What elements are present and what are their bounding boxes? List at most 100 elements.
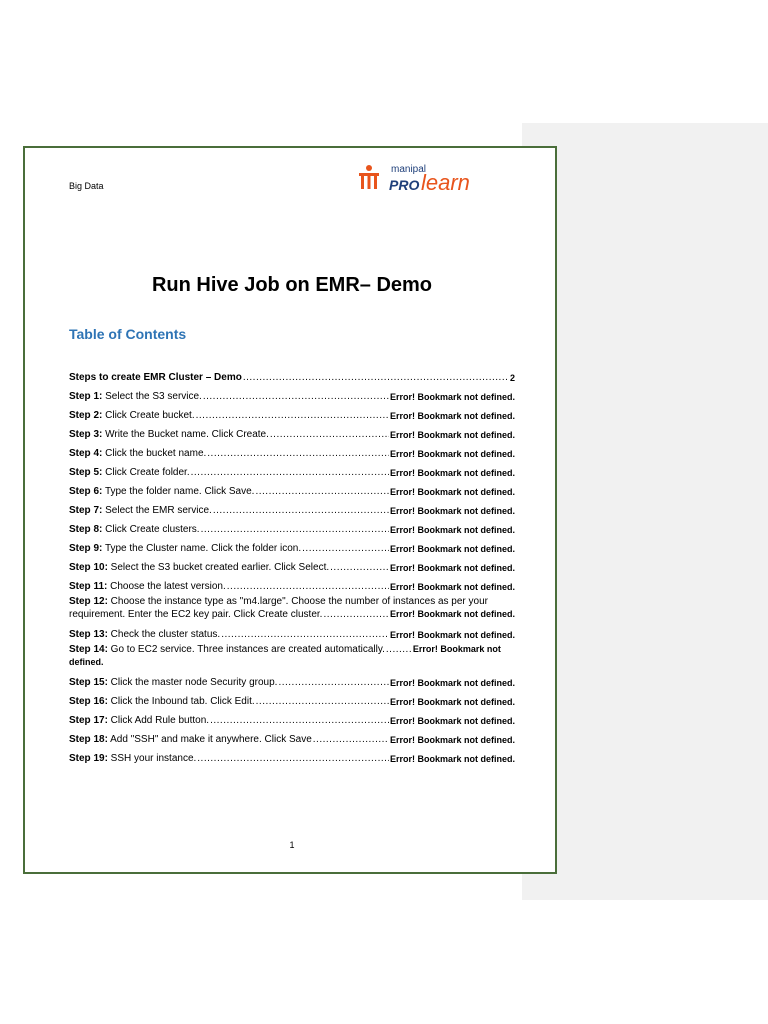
- toc-leader: [278, 677, 389, 688]
- table-of-contents: Steps to create EMR Cluster – Demo 2 Ste…: [69, 364, 515, 764]
- page-number: 1: [289, 840, 295, 850]
- toc-entry[interactable]: Step 11: Choose the latest version. Erro…: [69, 573, 515, 592]
- toc-page-ref: Error! Bookmark not defined.: [389, 411, 515, 421]
- toc-entry[interactable]: Step 5: Click Create folder. Error! Book…: [69, 459, 515, 478]
- toc-step-text-continued: requirement. Enter the EC2 key pair. Cli…: [69, 609, 323, 620]
- toc-step-text: Add "SSH" and make it anywhere. Click Sa…: [107, 734, 312, 745]
- toc-entry[interactable]: Step 2: Click Create bucket. Error! Book…: [69, 402, 515, 421]
- toc-step-label: Step 3:: [69, 429, 103, 440]
- toc-entry[interactable]: Step 15: Click the master node Security …: [69, 669, 515, 688]
- toc-step-text: Click Add Rule button.: [107, 715, 210, 726]
- toc-step-text: Select the S3 bucket created earlier. Cl…: [107, 562, 330, 573]
- toc-step-label: Step 4:: [69, 448, 103, 459]
- toc-leader: [213, 505, 389, 516]
- toc-step-label: Step 7:: [69, 505, 103, 516]
- logo-pro-text: PRO: [389, 177, 419, 193]
- toc-heading: Table of Contents: [69, 326, 187, 342]
- toc-entry[interactable]: Step 18: Add "SSH" and make it anywhere.…: [69, 726, 515, 745]
- toc-step-label: Step 11:: [69, 581, 108, 592]
- document-page: Big Data manipal PRO learn Run Hive Job …: [23, 146, 557, 874]
- toc-step-label: Step 13:: [69, 629, 108, 640]
- toc-page-ref: Error! Bookmark not defined.: [389, 487, 515, 497]
- toc-page-ref: Error! Bookmark not defined.: [389, 544, 515, 554]
- toc-step-text: Click Create folder.: [102, 467, 190, 478]
- toc-page-ref: Error! Bookmark not defined.: [389, 716, 515, 726]
- toc-step-text: Select the S3 service.: [102, 391, 202, 402]
- toc-leader: [330, 562, 389, 573]
- toc-page-ref: Error! Bookmark not: [412, 644, 501, 654]
- toc-step-text: Click the master node Security group.: [107, 677, 278, 688]
- toc-leader: [201, 524, 389, 535]
- toc-page-ref: Error! Bookmark not defined.: [389, 609, 515, 619]
- toc-step-text: Choose the instance type as "m4.large". …: [107, 596, 488, 607]
- torch-icon: [359, 165, 379, 189]
- toc-leader: [227, 581, 389, 592]
- toc-entry[interactable]: Step 8: Click Create clusters. Error! Bo…: [69, 516, 515, 535]
- toc-leader: [270, 429, 389, 440]
- toc-step-text: Type the folder name. Click Save.: [102, 486, 255, 497]
- toc-step-label: Step 5:: [69, 467, 103, 478]
- toc-entry[interactable]: Steps to create EMR Cluster – Demo 2: [69, 364, 515, 383]
- toc-leader: [191, 467, 389, 478]
- toc-leader: [255, 486, 389, 497]
- toc-step-label: Step 17:: [69, 715, 108, 726]
- document-title: Run Hive Job on EMR– Demo: [151, 274, 433, 296]
- toc-step-text: Check the cluster status.: [107, 629, 221, 640]
- toc-entry[interactable]: Step 17: Click Add Rule button. Error! B…: [69, 707, 515, 726]
- toc-leader: [210, 715, 389, 726]
- toc-leader: [207, 448, 389, 459]
- toc-leader: [302, 543, 389, 554]
- toc-step-label: Step 18:: [69, 734, 108, 745]
- toc-step-label: Step 14:: [69, 644, 108, 655]
- toc-entry[interactable]: Step 12: Choose the instance type as "m4…: [69, 592, 515, 621]
- toc-step-text: Write the Bucket name. Click Create.: [102, 429, 269, 440]
- toc-entry[interactable]: Step 14: Go to EC2 service. Three instan…: [69, 640, 515, 669]
- toc-entry[interactable]: Step 9: Type the Cluster name. Click the…: [69, 535, 515, 554]
- toc-step-text: Click the Inbound tab. Click Edit.: [107, 696, 255, 707]
- toc-page-ref: Error! Bookmark not defined.: [389, 525, 515, 535]
- toc-step-text: Go to EC2 service. Three instances are c…: [107, 644, 385, 655]
- toc-page-ref: Error! Bookmark not defined.: [389, 468, 515, 478]
- toc-leader: [221, 629, 389, 640]
- toc-page-ref: Error! Bookmark not defined.: [389, 582, 515, 592]
- toc-leader: [256, 696, 389, 707]
- manipal-prolearn-logo: manipal PRO learn: [359, 164, 470, 194]
- toc-entry[interactable]: Step 6: Type the folder name. Click Save…: [69, 478, 515, 497]
- toc-leader: [386, 643, 412, 656]
- toc-step-text: SSH your instance.: [107, 753, 197, 764]
- toc-entry[interactable]: Step 13: Check the cluster status. Error…: [69, 621, 515, 640]
- toc-step-label: Step 2:: [69, 410, 103, 421]
- toc-step-label: Step 9:: [69, 543, 103, 554]
- toc-page-ref: Error! Bookmark not defined.: [389, 754, 515, 764]
- toc-page-ref: Error! Bookmark not defined.: [389, 563, 515, 573]
- toc-page-ref-continued: defined.: [69, 657, 104, 667]
- toc-entry[interactable]: Step 19: SSH your instance. Error! Bookm…: [69, 745, 515, 764]
- toc-page-ref: Error! Bookmark not defined.: [389, 630, 515, 640]
- toc-leader: [313, 734, 389, 745]
- toc-entry[interactable]: Step 3: Write the Bucket name. Click Cre…: [69, 421, 515, 440]
- toc-leader: [323, 608, 389, 621]
- toc-leader: [196, 410, 389, 421]
- toc-step-label: Step 8:: [69, 524, 103, 535]
- toc-page-ref: Error! Bookmark not defined.: [389, 506, 515, 516]
- toc-entry[interactable]: Step 1: Select the S3 service. Error! Bo…: [69, 383, 515, 402]
- toc-entry[interactable]: Step 4: Click the bucket name. Error! Bo…: [69, 440, 515, 459]
- toc-page-ref: Error! Bookmark not defined.: [389, 392, 515, 402]
- toc-leader: [203, 391, 389, 402]
- toc-page-ref: Error! Bookmark not defined.: [389, 678, 515, 688]
- toc-leader: [197, 753, 389, 764]
- toc-entry[interactable]: Step 7: Select the EMR service. Error! B…: [69, 497, 515, 516]
- toc-step-label: Step 1:: [69, 391, 103, 402]
- toc-step-text: Click Create clusters.: [102, 524, 200, 535]
- toc-step-text: Select the EMR service.: [102, 505, 212, 516]
- toc-leader: [243, 372, 509, 383]
- logo-learn-text: learn: [421, 170, 470, 194]
- toc-entry[interactable]: Step 16: Click the Inbound tab. Click Ed…: [69, 688, 515, 707]
- header-section-label: Big Data: [69, 181, 104, 191]
- toc-step-label: Steps to create EMR Cluster – Demo: [69, 372, 242, 383]
- toc-step-text: Click the bucket name.: [102, 448, 207, 459]
- toc-page-ref: Error! Bookmark not defined.: [389, 697, 515, 707]
- toc-entry[interactable]: Step 10: Select the S3 bucket created ea…: [69, 554, 515, 573]
- toc-page-ref: Error! Bookmark not defined.: [389, 449, 515, 459]
- toc-step-text: Choose the latest version.: [107, 581, 226, 592]
